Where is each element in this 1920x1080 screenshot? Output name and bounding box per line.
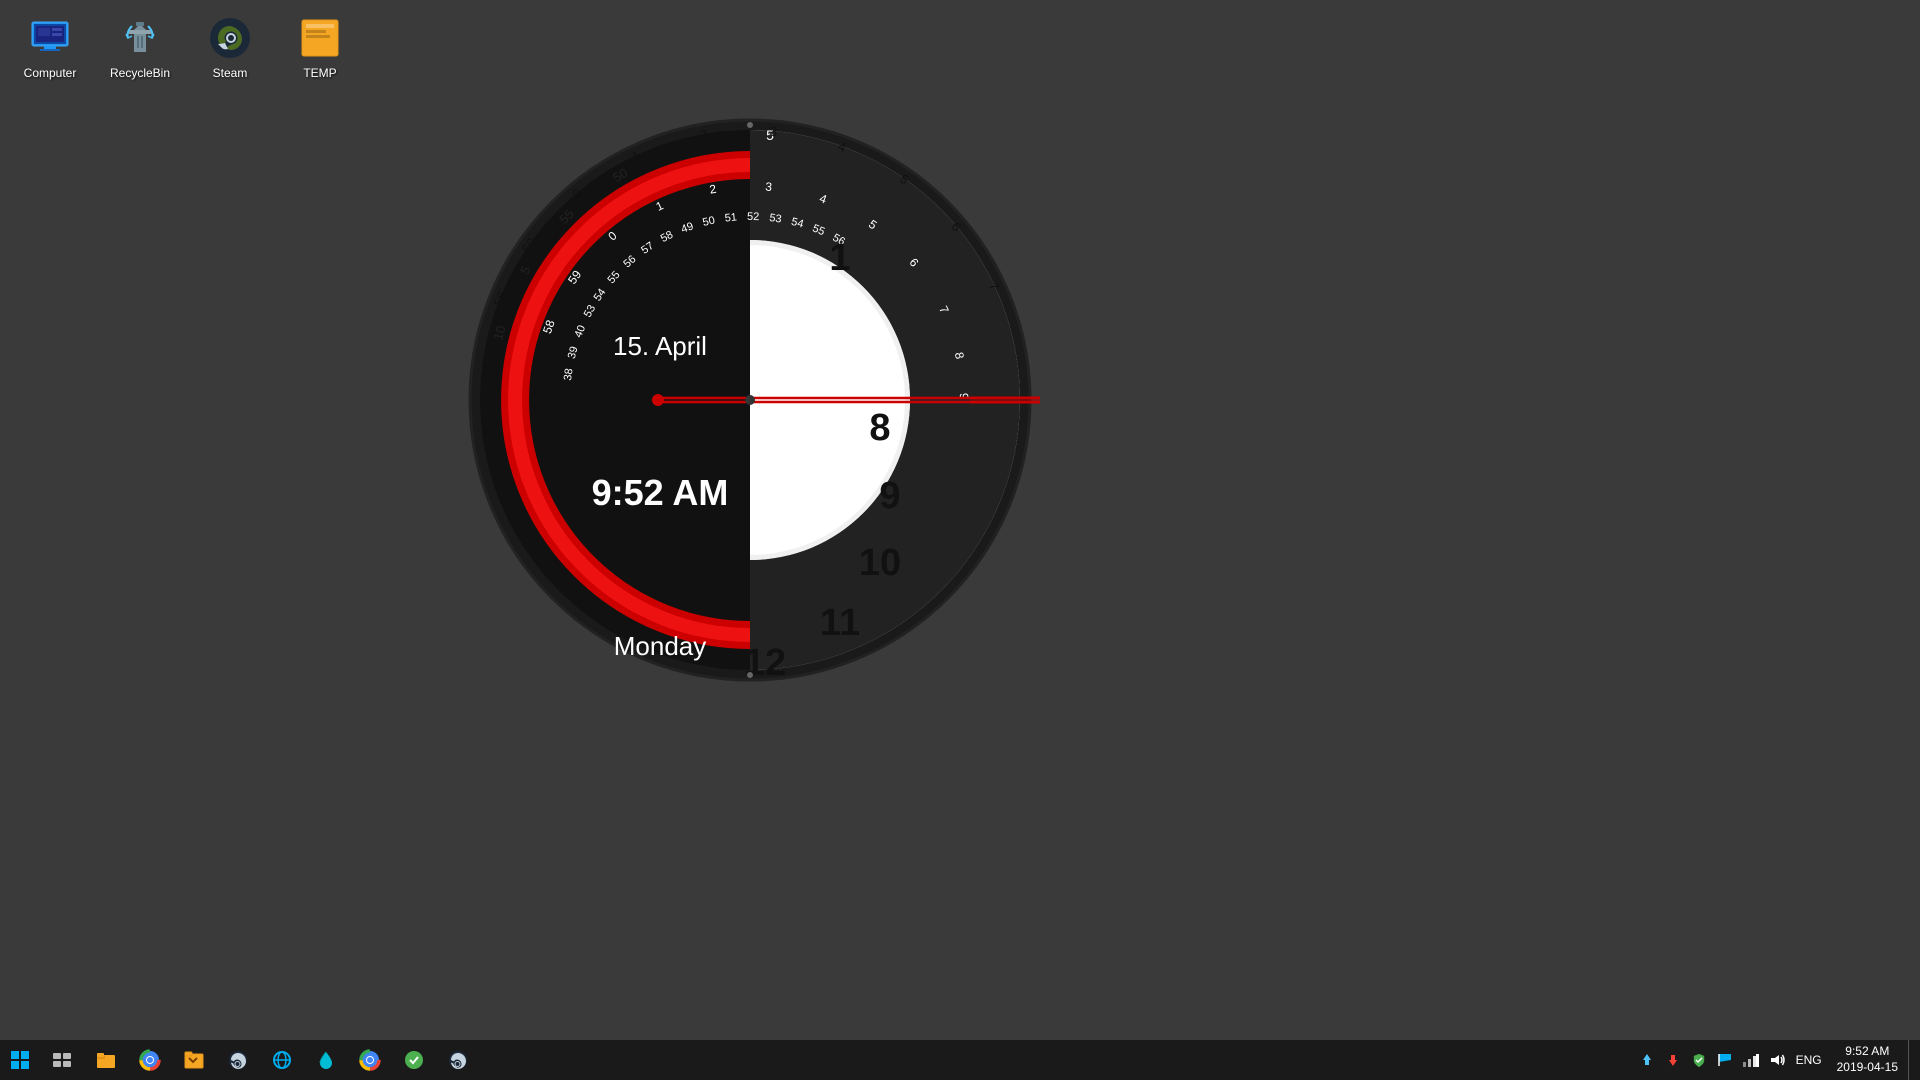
svg-text:8: 8 [869,407,890,449]
tray-volume-icon[interactable] [1765,1040,1789,1080]
tray-lang-label[interactable]: ENG [1791,1040,1827,1080]
clock-widget: 10 5 10 5 55 50 58 59 0 1 2 3 [460,90,1040,710]
taskbar-task-view[interactable] [40,1040,84,1080]
show-desktop-button[interactable] [1908,1040,1916,1080]
temp-icon-label: TEMP [303,66,336,80]
steam-icon-label: Steam [213,66,248,80]
taskbar-right: ENG 9:52 AM 2019-04-15 [1635,1040,1920,1080]
svg-text:1: 1 [829,237,850,279]
tray-network-icon[interactable] [1739,1040,1763,1080]
taskbar-app-icons [40,1040,480,1080]
svg-text:38: 38 [562,368,576,382]
tray-date-text: 2019-04-15 [1837,1060,1898,1076]
taskbar-chrome2[interactable] [348,1040,392,1080]
svg-text:11: 11 [820,602,860,644]
desktop-icon-temp[interactable]: TEMP [280,10,360,84]
taskbar-file-manager[interactable] [84,1040,128,1080]
desktop-icon-recyclebin[interactable]: RecycleBin [100,10,180,84]
taskbar-chrome[interactable] [128,1040,172,1080]
tray-shield-icon[interactable] [1687,1040,1711,1080]
svg-text:51: 51 [724,211,737,224]
tray-time-text: 9:52 AM [1845,1044,1889,1060]
taskbar-ie[interactable] [260,1040,304,1080]
taskbar-drop[interactable] [304,1040,348,1080]
svg-text:10: 10 [859,542,901,584]
svg-text:53: 53 [769,212,783,226]
taskbar-app1[interactable] [392,1040,436,1080]
recyclebin-icon-label: RecycleBin [110,66,170,80]
clock-time: 9:52 AM [592,472,729,513]
tray-network-up-icon[interactable] [1635,1040,1659,1080]
svg-text:3: 3 [769,124,778,140]
tray-time[interactable]: 9:52 AM 2019-04-15 [1829,1040,1906,1080]
taskbar-explorer[interactable] [172,1040,216,1080]
computer-icon-label: Computer [24,66,77,80]
clock-day: Monday [614,631,707,661]
clock-date: 15. April [613,331,707,361]
start-button[interactable] [0,1040,40,1080]
recyclebin-icon [116,14,164,62]
tray-windows-flag-icon[interactable] [1713,1040,1737,1080]
taskbar-steam[interactable] [216,1040,260,1080]
tray-icons: ENG [1635,1040,1827,1080]
tray-lang-text: ENG [1796,1053,1822,1067]
desktop-icon-steam[interactable]: Steam [190,10,270,84]
computer-icon [26,14,74,62]
taskbar: ENG 9:52 AM 2019-04-15 [0,1040,1920,1080]
svg-text:52: 52 [747,211,759,223]
svg-text:9: 9 [879,475,900,517]
desktop-icons: Computer RecycleBin [10,10,360,84]
tray-network-down-icon[interactable] [1661,1040,1685,1080]
steam-icon [206,14,254,62]
temp-icon [296,14,344,62]
taskbar-steam2[interactable] [436,1040,480,1080]
desktop-icon-computer[interactable]: Computer [10,10,90,84]
